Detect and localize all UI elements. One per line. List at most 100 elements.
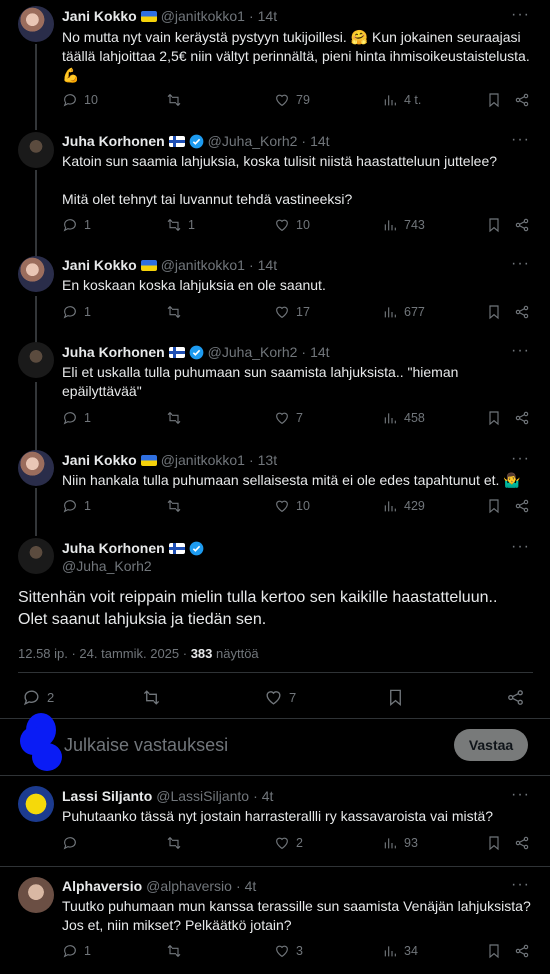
- share-button[interactable]: [506, 688, 525, 707]
- reply-button[interactable]: 1: [62, 410, 91, 426]
- author-name[interactable]: Jani Kokko: [62, 452, 137, 468]
- avatar[interactable]: [18, 877, 54, 913]
- avatar[interactable]: [18, 6, 54, 42]
- tweet[interactable]: Jani Kokko @janitkokko1 · 14t ··· En kos…: [0, 252, 550, 338]
- more-icon[interactable]: ···: [511, 450, 530, 468]
- retweet-button[interactable]: [166, 410, 188, 426]
- reply-input[interactable]: Julkaise vastauksesi: [64, 735, 228, 756]
- retweet-button[interactable]: [142, 688, 167, 707]
- more-icon[interactable]: ···: [511, 538, 530, 556]
- avatar[interactable]: [18, 342, 54, 378]
- reply-button[interactable]: 10: [62, 92, 98, 108]
- retweet-button[interactable]: [166, 92, 188, 108]
- avatar[interactable]: [18, 538, 54, 574]
- author-name[interactable]: Juha Korhonen: [62, 133, 165, 149]
- tweet[interactable]: Juha Korhonen @Juha_Korh2 · 14t ··· Kato…: [0, 124, 550, 252]
- bookmark-button[interactable]: [486, 410, 502, 426]
- views-button[interactable]: 429: [382, 498, 425, 514]
- like-button[interactable]: 10: [274, 498, 310, 514]
- share-button[interactable]: [514, 410, 530, 426]
- author-handle[interactable]: @LassiSiljanto: [156, 788, 249, 804]
- avatar[interactable]: [18, 786, 54, 822]
- retweet-button[interactable]: [166, 943, 188, 959]
- tweet-time[interactable]: 14t: [258, 8, 277, 24]
- reply-icon: [63, 94, 76, 107]
- share-button[interactable]: [514, 217, 530, 233]
- share-button[interactable]: [514, 304, 530, 320]
- bookmark-button[interactable]: [486, 943, 502, 959]
- tweet-time[interactable]: 14t: [258, 257, 277, 273]
- retweet-button[interactable]: [166, 304, 188, 320]
- tweet-time[interactable]: 4t: [245, 878, 257, 894]
- views-button[interactable]: 34: [382, 943, 418, 959]
- like-button[interactable]: 10: [274, 217, 310, 233]
- views-button[interactable]: 4 t.: [382, 92, 421, 108]
- author-name[interactable]: Jani Kokko: [62, 8, 137, 24]
- views-button[interactable]: 677: [382, 304, 425, 320]
- views-button[interactable]: 93: [382, 835, 418, 851]
- tweet-time[interactable]: 4t: [262, 788, 274, 804]
- like-count: 17: [296, 305, 310, 319]
- author-handle[interactable]: @janitkokko1: [161, 452, 245, 468]
- tweet[interactable]: Lassi Siljanto @LassiSiljanto · 4t ··· P…: [0, 776, 550, 866]
- author-name[interactable]: Juha Korhonen: [62, 344, 165, 360]
- retweet-button[interactable]: [166, 835, 188, 851]
- tweet[interactable]: Jani Kokko @janitkokko1 · 14t ··· No mut…: [0, 0, 550, 124]
- like-button[interactable]: 3: [274, 943, 303, 959]
- reply-button[interactable]: 1: [62, 304, 91, 320]
- more-icon[interactable]: ···: [511, 6, 530, 24]
- like-button[interactable]: 79: [274, 92, 310, 108]
- more-icon[interactable]: ···: [511, 786, 530, 804]
- reply-button[interactable]: 1: [62, 498, 91, 514]
- bookmark-button[interactable]: [486, 304, 502, 320]
- author-name[interactable]: Lassi Siljanto: [62, 788, 152, 804]
- tweet-time[interactable]: 14t: [310, 344, 329, 360]
- avatar[interactable]: [18, 256, 54, 292]
- bookmark-button[interactable]: [486, 835, 502, 851]
- author-handle[interactable]: @janitkokko1: [161, 8, 245, 24]
- avatar[interactable]: [18, 132, 54, 168]
- author-name[interactable]: Juha Korhonen: [62, 540, 165, 556]
- more-icon[interactable]: ···: [511, 342, 530, 360]
- author-handle[interactable]: @Juha_Korh2: [208, 133, 298, 149]
- like-button[interactable]: 2: [274, 835, 303, 851]
- tweet-time[interactable]: 13t: [258, 452, 277, 468]
- author-name[interactable]: Alphaversio: [62, 878, 142, 894]
- author-handle[interactable]: @alphaversio: [146, 878, 232, 894]
- more-icon[interactable]: ···: [511, 131, 530, 149]
- reply-button[interactable]: 1: [62, 217, 91, 233]
- share-button[interactable]: [514, 92, 530, 108]
- tweet[interactable]: Alphaversio @alphaversio · 4t ··· Tuutko…: [0, 867, 550, 974]
- tweet-timestamp[interactable]: 12.58 ip. · 24. tammik. 2025 ·: [18, 646, 191, 661]
- author-handle[interactable]: @Juha_Korh2: [208, 344, 298, 360]
- share-button[interactable]: [514, 498, 530, 514]
- reply-button[interactable]: 1: [62, 943, 91, 959]
- reply-button[interactable]: [62, 835, 84, 851]
- retweet-button[interactable]: 1: [166, 217, 195, 233]
- author-handle[interactable]: @janitkokko1: [161, 257, 245, 273]
- avatar[interactable]: [18, 450, 54, 486]
- bookmark-button[interactable]: [386, 688, 405, 707]
- bookmark-button[interactable]: [486, 217, 502, 233]
- like-button[interactable]: 7: [264, 688, 296, 707]
- views-button[interactable]: 743: [382, 217, 425, 233]
- like-button[interactable]: 7: [274, 410, 303, 426]
- views-button[interactable]: 458: [382, 410, 425, 426]
- tweet[interactable]: Jani Kokko @janitkokko1 · 13t ··· Niin h…: [0, 444, 550, 532]
- more-icon[interactable]: ···: [511, 255, 530, 273]
- bookmark-button[interactable]: [486, 92, 502, 108]
- tweet-time[interactable]: 14t: [310, 133, 329, 149]
- reply-submit-button[interactable]: Vastaa: [454, 729, 528, 761]
- more-icon[interactable]: ···: [511, 876, 530, 894]
- bookmark-button[interactable]: [486, 498, 502, 514]
- views-count: 383: [190, 646, 213, 661]
- retweet-button[interactable]: [166, 498, 188, 514]
- share-button[interactable]: [514, 835, 530, 851]
- retweet-icon: [167, 411, 181, 425]
- tweet[interactable]: Juha Korhonen @Juha_Korh2 · 14t ··· Eli …: [0, 338, 550, 444]
- author-name[interactable]: Jani Kokko: [62, 257, 137, 273]
- reply-button[interactable]: 2: [22, 688, 54, 707]
- like-button[interactable]: 17: [274, 304, 310, 320]
- share-button[interactable]: [514, 943, 530, 959]
- author-handle[interactable]: @Juha_Korh2: [62, 558, 152, 574]
